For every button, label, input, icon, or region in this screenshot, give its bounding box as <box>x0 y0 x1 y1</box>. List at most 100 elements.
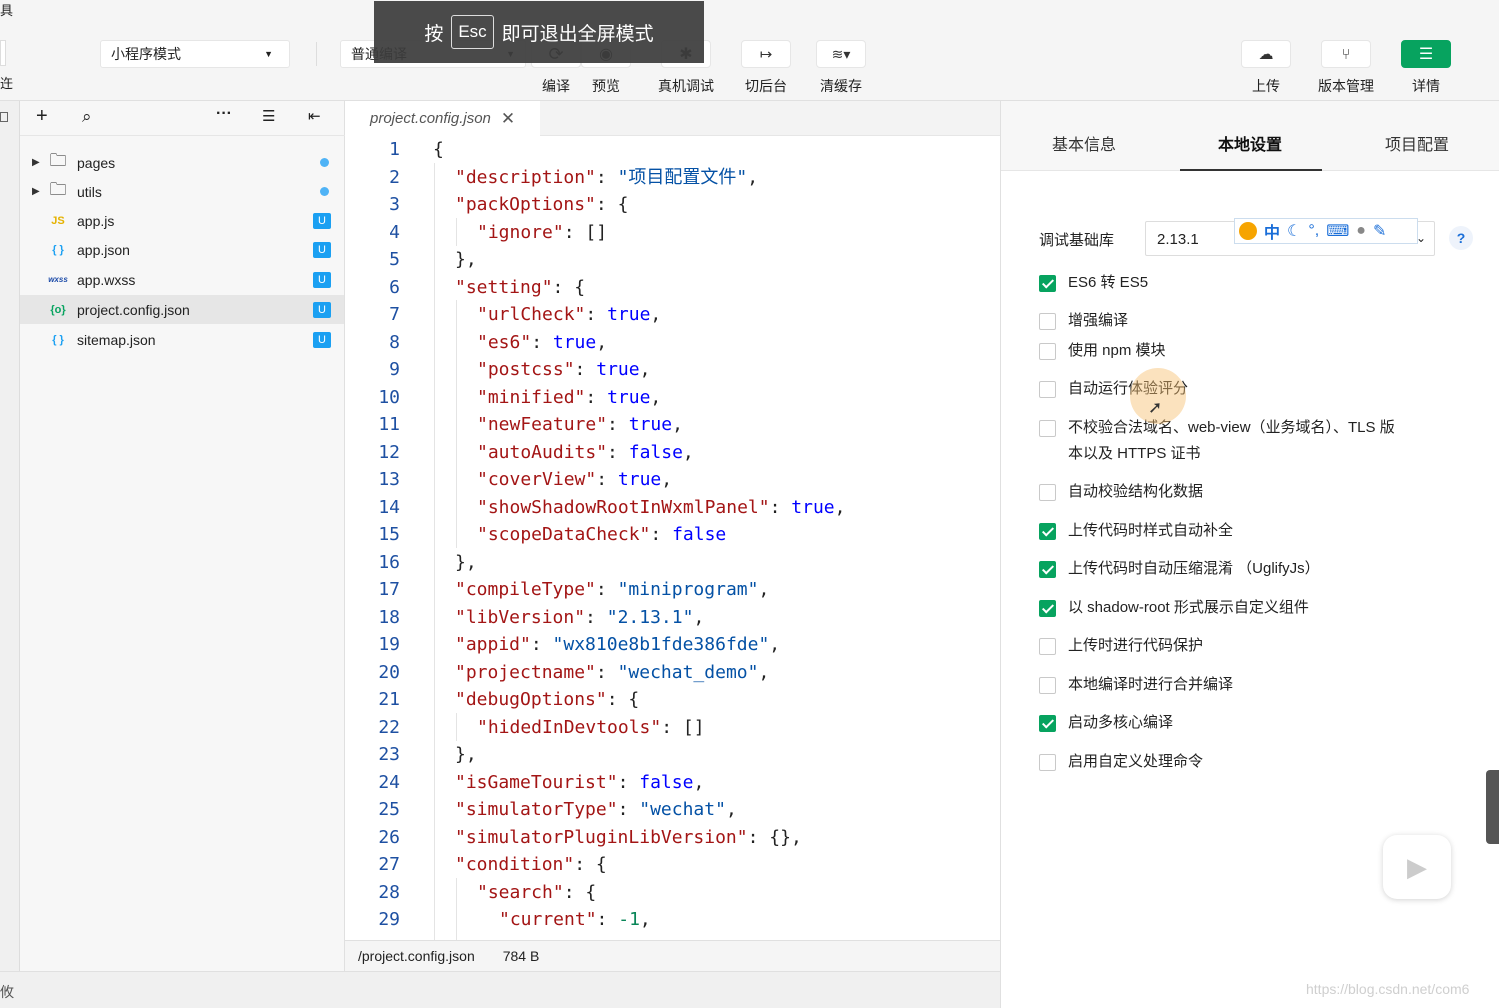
code-token: , <box>639 909 651 930</box>
code-token: "newFeature" <box>477 414 608 435</box>
code-text: "compileType": "miniprogram", <box>433 576 769 604</box>
tree-item-app-wxss[interactable]: wxss app.wxss U <box>20 265 344 294</box>
code-token: : <box>585 386 608 408</box>
code-line: 19 "appid": "wx810e8b1fde386fde", <box>345 631 780 659</box>
code-token: : <box>769 496 792 518</box>
option-checkbox[interactable] <box>1039 275 1056 292</box>
search-icon[interactable]: ⌕ <box>82 107 92 127</box>
code-token: "es6" <box>477 331 532 353</box>
code-token: }, <box>455 744 477 765</box>
side-scroll-handle[interactable] <box>1486 770 1499 844</box>
mode-select[interactable]: 小程序模式 ▼ <box>100 40 290 68</box>
bottom-bar <box>0 971 1000 1008</box>
code-token: "search" <box>477 881 564 903</box>
code-text: "condition": { <box>433 851 607 879</box>
more-icon[interactable]: ··· <box>216 105 232 123</box>
tree-item-app-json[interactable]: { } app.json U <box>20 235 344 264</box>
line-number: 18 <box>378 606 400 628</box>
untracked-badge: U <box>313 212 331 229</box>
option-checkbox[interactable] <box>1039 523 1056 540</box>
code-token: }, <box>455 551 477 573</box>
modified-dot <box>320 158 329 167</box>
details-button[interactable]: ☰ 详情 <box>1401 40 1451 96</box>
code-token: "packOptions" <box>455 194 596 215</box>
add-icon[interactable]: + <box>36 105 48 128</box>
tree-item-sitemap-json[interactable]: { } sitemap.json U <box>20 325 344 354</box>
left-edge-box[interactable] <box>0 40 6 66</box>
code-token: : <box>531 331 553 353</box>
activity-bar-icon[interactable] <box>0 112 8 122</box>
code-line: 6 "setting": { <box>345 274 585 302</box>
code-token: : <box>617 771 640 793</box>
option-label-cont: 本以及 HTTPS 证书 <box>1068 445 1201 462</box>
bottom-left-text: 攸 <box>0 984 14 1000</box>
tab-basic-info[interactable]: 基本信息 <box>1052 131 1116 155</box>
line-number: 16 <box>378 551 400 573</box>
tree-item-app-js[interactable]: JS app.js U <box>20 206 344 235</box>
line-number: 25 <box>378 799 400 820</box>
version-button[interactable]: ⑂ 版本管理 <box>1316 40 1376 96</box>
untracked-badge: U <box>313 301 331 318</box>
tree-item-pages[interactable]: ▶ 🗀 pages <box>20 148 344 177</box>
option-checkbox[interactable] <box>1039 343 1056 360</box>
toolbar-divider <box>316 42 317 66</box>
code-token: "condition" <box>455 854 575 875</box>
code-token: : <box>585 304 608 325</box>
line-number: 29 <box>378 909 400 930</box>
tab-local-settings[interactable]: 本地设置 <box>1218 131 1282 155</box>
moon-icon: ☾ <box>1287 223 1302 240</box>
code-token: , <box>747 166 759 188</box>
untracked-badge: U <box>313 241 331 258</box>
line-number: 17 <box>378 579 400 600</box>
tree-item-project-config-json[interactable]: {o} project.config.json U <box>20 295 344 324</box>
code-token: : <box>585 606 607 628</box>
tree-item-utils[interactable]: ▶ 🗀 utils <box>20 177 344 206</box>
option-label: 以 shadow-root 形式展示自定义组件 <box>1068 599 1309 616</box>
code-token: "wechat_demo" <box>617 661 759 683</box>
code-text: "setting": { <box>433 274 585 302</box>
code-text: "es6": true, <box>433 329 607 357</box>
code-token: , <box>693 771 705 793</box>
left-edge-text2: 迕 <box>0 76 14 91</box>
upload-button[interactable]: ☁ 上传 <box>1241 40 1291 96</box>
code-line: 26 "simulatorPluginLibVersion": {}, <box>345 824 801 852</box>
code-token: "miniprogram" <box>617 579 759 600</box>
json-file-icon: { } <box>52 243 64 256</box>
tab-project-config[interactable]: 项目配置 <box>1385 131 1449 155</box>
code-line: 28 "search": { <box>345 879 596 907</box>
code-line: 16}, <box>345 549 477 577</box>
tv-icon[interactable]: ▶ <box>1383 835 1451 899</box>
upload-label: 上传 <box>1252 78 1280 94</box>
option-label: 本地编译时进行合并编译 <box>1068 676 1234 693</box>
split-icon[interactable]: ⇤ <box>308 107 321 125</box>
editor-tab[interactable]: project.config.json ✕ <box>345 101 540 136</box>
help-icon[interactable]: ? <box>1449 226 1473 250</box>
code-text: "minified": true, <box>433 384 661 412</box>
code-token: }, <box>455 249 477 270</box>
code-token: "current" <box>499 909 597 930</box>
option-checkbox[interactable] <box>1039 754 1056 771</box>
code-text: "ignore": [] <box>433 219 607 247</box>
config-file-icon: {o} <box>50 303 66 316</box>
clear-cache-button[interactable]: ≋▾ 清缓存 <box>816 40 866 96</box>
option-checkbox[interactable] <box>1039 484 1056 501</box>
option-checkbox[interactable] <box>1039 420 1056 437</box>
option-checkbox[interactable] <box>1039 677 1056 694</box>
option-label: 自动校验结构化数据 <box>1068 483 1204 500</box>
option-checkbox[interactable] <box>1039 715 1056 732</box>
tree-item-label: project.config.json <box>77 301 190 318</box>
option-checkbox[interactable] <box>1039 600 1056 617</box>
option-checkbox[interactable] <box>1039 381 1056 398</box>
close-icon[interactable]: ✕ <box>501 109 515 129</box>
option-checkbox[interactable] <box>1039 638 1056 655</box>
code-text: "packOptions": { <box>433 191 628 219</box>
line-number: 8 <box>389 331 400 353</box>
collapse-icon[interactable]: ☰ <box>262 107 275 125</box>
option-checkbox[interactable] <box>1039 561 1056 578</box>
details-label: 详情 <box>1412 78 1440 94</box>
option-checkbox[interactable] <box>1039 313 1056 330</box>
code-token: "wechat" <box>639 799 726 820</box>
code-line: 10 "minified": true, <box>345 384 661 412</box>
background-button[interactable]: ↦ 切后台 <box>741 40 791 96</box>
code-token: : <box>595 166 618 188</box>
